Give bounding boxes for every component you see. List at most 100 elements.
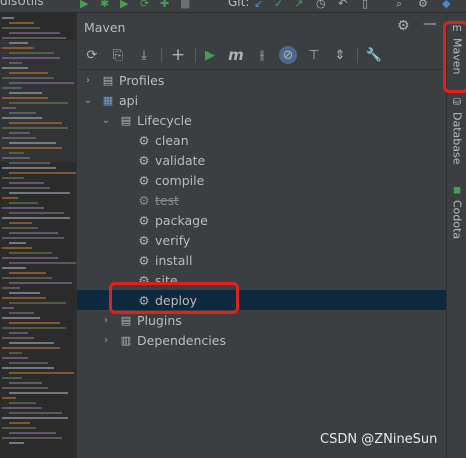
chevron-down-icon[interactable]: ⌄ xyxy=(101,115,111,126)
debug-icon[interactable]: ✱ xyxy=(100,0,109,10)
reload-icon[interactable]: ⟳ xyxy=(83,46,101,64)
download-icon[interactable]: ⤓ xyxy=(135,46,153,64)
minimap-line xyxy=(2,167,56,169)
chevron-right-icon[interactable]: › xyxy=(101,315,111,326)
goal-label: clean xyxy=(155,132,189,148)
coverage-icon[interactable]: ▶ xyxy=(120,0,128,10)
minimap-line xyxy=(9,92,42,94)
tree-node-lifecycle[interactable]: ⌄ ▤ Lifecycle xyxy=(77,110,447,130)
generate-sources-icon[interactable]: ⎘ xyxy=(109,46,127,64)
goal-label: compile xyxy=(155,172,205,188)
run-maven-build-icon[interactable]: ▶ xyxy=(201,46,219,64)
minimap-line xyxy=(9,232,58,234)
right-tool-stripe: m Maven ⛁ Database ◼ Codota xyxy=(443,13,466,458)
minimap-line xyxy=(2,207,44,209)
lifecycle-goal[interactable]: ⚙ package xyxy=(77,210,447,230)
minimap-line xyxy=(2,137,36,139)
lifecycle-goal[interactable]: ⚙ verify xyxy=(77,230,447,250)
git-update-icon[interactable]: ↙ xyxy=(254,0,263,10)
settings-icon[interactable]: ⚙ xyxy=(418,0,428,10)
minimap-line xyxy=(9,272,46,274)
tree-label: Plugins xyxy=(137,312,182,328)
toolbar-separator xyxy=(161,48,162,63)
wrench-icon[interactable]: 🔧 xyxy=(365,46,383,64)
git-commit-icon[interactable]: ✓ xyxy=(274,0,283,10)
database-icon: ⛁ xyxy=(452,97,462,108)
toggle-offline-icon[interactable]: ⫲ xyxy=(253,46,271,64)
maven-tab-highlight-box xyxy=(443,21,466,93)
add-icon[interactable]: + xyxy=(169,45,187,65)
history-icon[interactable]: ◷ xyxy=(316,0,326,10)
minimap-line xyxy=(2,297,46,299)
chevron-right-icon[interactable]: › xyxy=(101,335,111,346)
minimap-line xyxy=(9,72,48,74)
minimap-line xyxy=(9,282,72,284)
tree-node-project[interactable]: ⌄ ▦ api xyxy=(77,90,447,110)
search-icon[interactable]: ⌕ xyxy=(396,0,402,11)
minimize-icon[interactable]: — xyxy=(423,16,437,32)
minimap-line xyxy=(2,17,14,19)
lifecycle-goal[interactable]: ⚙ compile xyxy=(77,170,447,190)
minimap-line xyxy=(2,407,42,409)
lifecycle-goal[interactable]: ⚙ clean xyxy=(77,130,447,150)
dependencies-icon: ▥ xyxy=(120,333,132,347)
execute-goal-icon[interactable]: m xyxy=(227,46,245,64)
minimap-line xyxy=(9,52,54,54)
chevron-down-icon[interactable]: ⌄ xyxy=(83,95,93,106)
stripe-tab-database[interactable]: ⛁ Database xyxy=(447,97,466,165)
chevron-right-icon[interactable]: › xyxy=(83,75,93,86)
rollback-icon[interactable]: ↶ xyxy=(338,0,347,10)
minimap-line xyxy=(9,352,22,354)
build-icon[interactable]: ✚ xyxy=(160,0,169,10)
maven-toolbar: ⟳ ⎘ ⤓ + ▶ m ⫲ ⊘ ⊤ ⇕ 🔧 xyxy=(77,41,447,70)
minimap-line xyxy=(9,322,60,324)
minimap-line xyxy=(9,82,74,84)
minimap-line xyxy=(2,107,16,109)
lifecycle-goal[interactable]: ⚙ install xyxy=(77,250,447,270)
ide-main-toolbar: disUtils ▶ ✱ ▶ ⟳ ✚ ■ Git: ↙ ✓ ↗ ◷ ↶ ▯ ⌕ … xyxy=(0,0,466,13)
minimap-line xyxy=(9,422,30,424)
lifecycle-goal[interactable]: ⚙ validate xyxy=(77,150,447,170)
collapse-all-icon[interactable]: ⇕ xyxy=(331,46,349,64)
minimap-line xyxy=(2,317,40,319)
maven-tool-window: Maven ⚙ — ⟳ ⎘ ⤓ + ▶ m ⫲ ⊘ ⊤ ⇕ 🔧 › ▤ Prof… xyxy=(76,13,447,458)
deploy-highlight-box xyxy=(109,282,239,314)
minimap-line xyxy=(9,402,36,404)
minimap-line xyxy=(9,372,74,374)
minimap-line xyxy=(9,102,68,104)
tree-label: Lifecycle xyxy=(137,112,192,128)
file-tab-label[interactable]: disUtils xyxy=(0,0,44,8)
plugin-icon[interactable]: ◆ xyxy=(442,0,450,10)
gear-icon: ⚙ xyxy=(138,212,150,228)
tree-node-dependencies[interactable]: › ▥ Dependencies xyxy=(77,330,447,350)
profile-icon[interactable]: ⟳ xyxy=(140,0,149,10)
folder-plugin-icon: ▤ xyxy=(120,313,132,327)
tree-node-profiles[interactable]: › ▤ Profiles xyxy=(77,70,447,90)
minimap-line xyxy=(2,267,26,269)
stop-icon[interactable]: ■ xyxy=(180,0,190,10)
gear-icon: ⚙ xyxy=(138,192,150,208)
gear-icon[interactable]: ⚙ xyxy=(397,18,410,34)
lifecycle-goal-skipped[interactable]: ⚙ test xyxy=(77,190,447,210)
more-icon[interactable]: ▯ xyxy=(362,0,368,10)
goal-label: validate xyxy=(155,152,206,168)
minimap-line xyxy=(9,202,38,204)
minimap-line xyxy=(9,342,54,344)
git-push-icon[interactable]: ↗ xyxy=(294,0,303,10)
skip-tests-icon[interactable]: ⊘ xyxy=(279,46,297,64)
minimap-line xyxy=(2,347,60,349)
show-dependencies-icon[interactable]: ⊤ xyxy=(305,46,323,64)
minimap-line xyxy=(9,312,34,314)
gear-icon: ⚙ xyxy=(138,172,150,188)
stripe-tab-codota[interactable]: ◼ Codota xyxy=(447,185,466,239)
editor-area[interactable] xyxy=(0,13,76,458)
minimap-line xyxy=(9,332,28,334)
minimap-line xyxy=(9,172,76,174)
minimap-line xyxy=(9,32,60,34)
minimap-line xyxy=(2,187,50,189)
maven-header: Maven ⚙ — xyxy=(77,13,447,40)
minimap-line xyxy=(2,57,60,59)
minimap-line xyxy=(2,77,54,79)
run-icon[interactable]: ▶ xyxy=(80,0,88,10)
minimap-line xyxy=(9,252,52,254)
